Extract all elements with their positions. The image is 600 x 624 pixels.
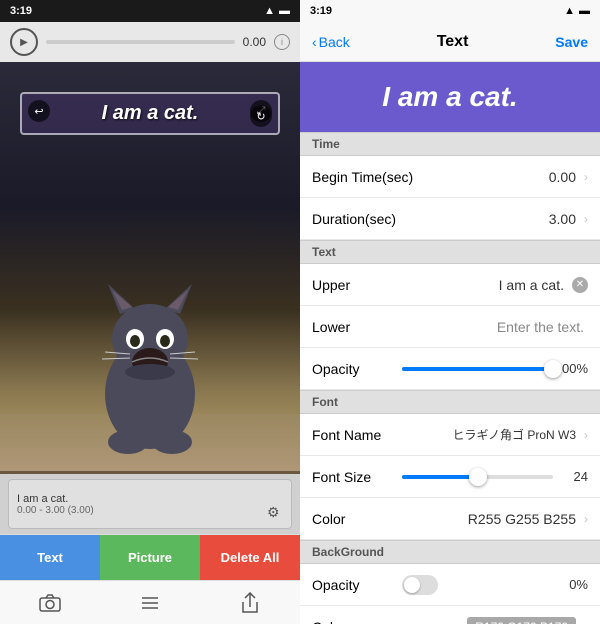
refresh-handle[interactable]: ↻ [250,105,272,127]
upper-value: I am a cat. [402,277,568,293]
section-time-header: Time [300,132,600,156]
list-icon [140,594,160,612]
clip-settings-icon[interactable]: ⚙ [267,504,285,522]
font-color-label: Color [312,511,402,527]
begin-time-row[interactable]: Begin Time(sec) 0.00 › [300,156,600,198]
bg-opacity-row: Opacity 0% [300,564,600,606]
font-size-value: 24 [553,469,588,484]
upper-text-row[interactable]: Upper I am a cat. ✕ [300,264,600,306]
right-nav-bar: ‹ Back Text Save [300,22,600,62]
font-color-row[interactable]: Color R255 G255 B255 › [300,498,600,540]
clear-upper-button[interactable]: ✕ [572,277,588,293]
video-overlay-text: I am a cat. [102,102,199,125]
left-status-time: 3:19 [10,5,32,17]
text-opacity-row: Opacity 100% [300,348,600,390]
clip-time: 0.00 - 3.00 (3.00) [17,505,283,516]
info-icon[interactable]: i [274,34,290,50]
bg-color-value: R170 G170 B170 [467,617,576,624]
text-overlay-box[interactable]: ↩ ⤢ ↻ I am a cat. [20,92,280,135]
preview-text: I am a cat. [382,81,517,113]
text-button[interactable]: Text [0,535,100,580]
picture-button[interactable]: Picture [100,535,200,580]
font-size-label: Font Size [312,469,402,485]
font-name-row[interactable]: Font Name ヒラギノ角ゴ ProN W3 › [300,414,600,456]
section-text-header: Text [300,240,600,264]
time-display: 0.00 [243,35,266,49]
clip-label: I am a cat. [17,493,283,505]
back-label: Back [319,34,350,50]
play-button[interactable]: ▶ [10,28,38,56]
begin-time-value: 0.00 [413,169,580,185]
right-battery-icon: ▬ [579,5,590,17]
duration-label: Duration(sec) [312,211,402,227]
timeline-area: I am a cat. 0.00 - 3.00 (3.00) ⚙ [0,474,300,534]
right-status-icons: ▲ ▬ [564,5,590,17]
left-status-bar: 3:19 ▲ ▬ [0,0,300,22]
upper-label: Upper [312,277,402,293]
font-name-label: Font Name [312,427,402,443]
font-size-row: Font Size 24 [300,456,600,498]
bg-color-row[interactable]: Color R170 G170 B170 › [300,606,600,624]
timeline-clip[interactable]: I am a cat. 0.00 - 3.00 (3.00) ⚙ [8,479,292,529]
right-nav-title: Text [437,33,469,51]
font-color-chevron: › [584,512,588,526]
preview-box: I am a cat. [300,62,600,132]
begin-time-label: Begin Time(sec) [312,169,413,185]
camera-icon [39,594,61,612]
cat-illustration [80,254,220,454]
left-status-icons: ▲ ▬ [264,5,290,17]
duration-row[interactable]: Duration(sec) 3.00 › [300,198,600,240]
video-area: ↩ ⤢ ↻ I am a cat. [0,62,300,474]
text-opacity-slider[interactable] [402,367,553,371]
progress-bar[interactable] [46,40,235,44]
back-chevron-icon: ‹ [312,34,317,50]
share-icon [241,592,259,614]
font-color-value: R255 G255 B255 [402,511,580,527]
font-name-chevron: › [584,428,588,442]
bg-color-label: Color [312,619,402,624]
battery-icon: ▬ [279,5,290,17]
save-button[interactable]: Save [555,34,588,50]
bg-opacity-slider[interactable] [402,575,553,595]
toggle-thumb [404,577,420,593]
left-panel: 3:19 ▲ ▬ ▶ 0.00 i [0,0,300,624]
right-status-time: 3:19 [310,5,332,17]
nav-camera[interactable] [25,581,75,624]
bg-opacity-toggle[interactable] [402,575,438,595]
back-button[interactable]: ‹ Back [312,34,350,50]
duration-chevron: › [584,212,588,226]
right-status-bar: 3:19 ▲ ▬ [300,0,600,22]
section-font-header: Font [300,390,600,414]
right-panel: 3:19 ▲ ▬ ‹ Back Text Save I am a cat. Ti… [300,0,600,624]
delete-all-button[interactable]: Delete All [200,535,300,580]
bg-color-chevron: › [584,620,588,624]
right-wifi-icon: ▲ [564,5,575,17]
rotate-handle[interactable]: ↩ [28,100,50,122]
bg-opacity-label: Opacity [312,577,402,593]
begin-time-chevron: › [584,170,588,184]
text-opacity-label: Opacity [312,361,402,377]
lower-text-row[interactable]: Lower Enter the text. [300,306,600,348]
settings-scroll: Time Begin Time(sec) 0.00 › Duration(sec… [300,132,600,624]
duration-value: 3.00 [402,211,580,227]
bg-opacity-value: 0% [553,577,588,592]
cat-scene: ↩ ⤢ ↻ I am a cat. [0,62,300,474]
wifi-icon: ▲ [264,5,275,17]
font-size-slider[interactable] [402,475,553,479]
lower-label: Lower [312,319,402,335]
nav-bar [0,580,300,624]
nav-share[interactable] [225,581,275,624]
nav-list[interactable] [125,581,175,624]
player-bar: ▶ 0.00 i [0,22,300,62]
section-bg-header: BackGround [300,540,600,564]
bottom-toolbar: Text Picture Delete All [0,534,300,580]
lower-value: Enter the text. [402,319,588,335]
font-name-value: ヒラギノ角ゴ ProN W3 [402,426,580,443]
